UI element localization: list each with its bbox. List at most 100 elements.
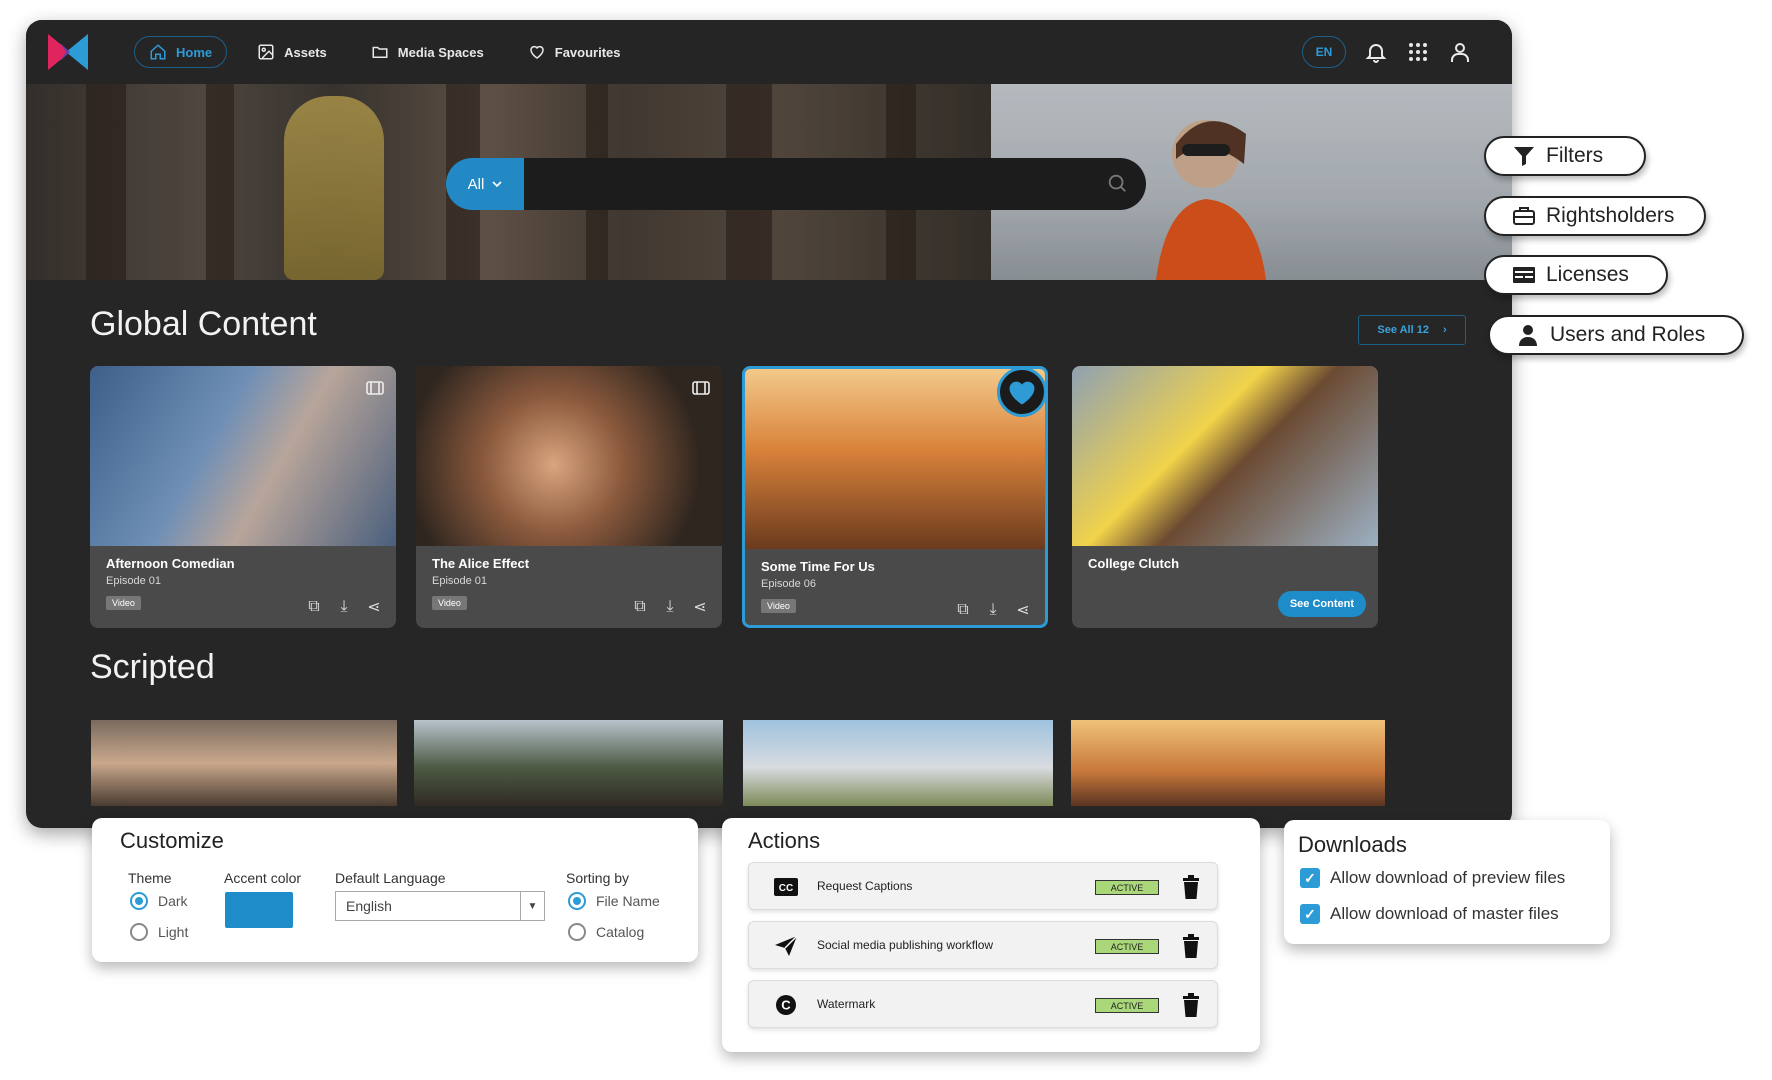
download-icon[interactable]: ⤓ xyxy=(983,600,1003,620)
card-episode: Episode 01 xyxy=(106,575,162,587)
licenses-pill[interactable]: Licenses xyxy=(1484,255,1668,295)
filter-icon xyxy=(1514,147,1534,166)
top-right-controls: EN xyxy=(1302,36,1472,68)
favourite-heart-icon[interactable] xyxy=(997,369,1045,417)
default-language-select[interactable]: English ▼ xyxy=(335,891,545,921)
section-title-global-content: Global Content xyxy=(90,305,317,343)
scripted-thumbnail[interactable] xyxy=(743,720,1053,806)
closed-captions-icon: CC xyxy=(773,875,799,899)
share-icon[interactable]: ⋖ xyxy=(1013,600,1033,620)
nav-assets[interactable]: Assets xyxy=(243,36,341,68)
nav-favourites[interactable]: Favourites xyxy=(514,36,635,68)
card-title: Some Time For Us xyxy=(761,559,875,574)
action-name: Social media publishing workflow xyxy=(817,938,994,952)
copyright-icon: C xyxy=(773,993,799,1017)
search-scope-dropdown[interactable]: All xyxy=(446,158,524,210)
content-card[interactable]: The Alice Effect Episode 01 Video ⧉ ⤓ ⋖ xyxy=(416,366,722,628)
download-icon[interactable]: ⤓ xyxy=(660,597,680,617)
brand-logo[interactable] xyxy=(48,34,88,70)
content-card-selected[interactable]: Some Time For Us Episode 06 Video ⧉ ⤓ ⋖ xyxy=(742,366,1048,628)
rightsholders-pill[interactable]: Rightsholders xyxy=(1484,196,1706,236)
default-language-value: English xyxy=(346,898,392,914)
search-input[interactable] xyxy=(536,168,1096,200)
share-icon[interactable]: ⋖ xyxy=(690,597,710,617)
customize-title: Customize xyxy=(120,828,224,853)
action-row-request-captions[interactable]: CC Request Captions ACTIVE xyxy=(748,862,1218,910)
see-all-button[interactable]: See All 12 › xyxy=(1358,315,1466,345)
language-selector[interactable]: EN xyxy=(1302,36,1346,68)
home-icon xyxy=(150,44,166,60)
briefcase-icon xyxy=(1513,207,1535,225)
share-icon[interactable]: ⋖ xyxy=(364,597,384,617)
license-card-icon xyxy=(1513,267,1535,283)
card-actions: ⧉ ⤓ ⋖ xyxy=(953,600,1033,620)
film-icon xyxy=(692,381,710,395)
hierarchy-icon[interactable]: ⧉ xyxy=(953,600,973,620)
nav-home-label: Home xyxy=(176,44,213,60)
content-card[interactable]: Afternoon Comedian Episode 01 Video ⧉ ⤓ … xyxy=(90,366,396,628)
theme-light-radio[interactable]: Light xyxy=(130,923,188,941)
search-icon[interactable] xyxy=(1106,172,1128,194)
card-type-badge: Video xyxy=(106,596,141,610)
sort-catalog-radio[interactable]: Catalog xyxy=(568,923,644,941)
filters-pill[interactable]: Filters xyxy=(1484,136,1646,176)
accent-color-swatch[interactable] xyxy=(225,892,293,928)
content-card[interactable]: College Clutch See Content xyxy=(1072,366,1378,628)
card-title: The Alice Effect xyxy=(432,556,530,571)
action-name: Watermark xyxy=(817,997,876,1011)
allow-preview-label: Allow download of preview files xyxy=(1330,868,1566,887)
theme-dark-radio[interactable]: Dark xyxy=(130,892,188,910)
nav-home[interactable]: Home xyxy=(134,36,228,68)
allow-preview-download-checkbox[interactable]: ✓ Allow download of preview files xyxy=(1300,868,1565,888)
status-badge: ACTIVE xyxy=(1095,939,1159,954)
scripted-thumbnail[interactable] xyxy=(414,720,723,806)
sort-file-name-radio[interactable]: File Name xyxy=(568,892,660,910)
sort-catalog-label: Catalog xyxy=(596,924,645,940)
card-thumbnail xyxy=(1072,366,1378,546)
app-grid-icon[interactable] xyxy=(1406,40,1430,64)
trash-icon[interactable] xyxy=(1181,875,1201,899)
see-content-button[interactable]: See Content xyxy=(1277,591,1366,617)
sorting-label: Sorting by xyxy=(566,870,630,886)
actions-panel: Actions CC Request Captions ACTIVE Socia… xyxy=(722,818,1260,1052)
allow-master-download-checkbox[interactable]: ✓ Allow download of master files xyxy=(1300,904,1559,924)
download-icon[interactable]: ⤓ xyxy=(334,597,354,617)
downloads-panel: Downloads ✓ Allow download of preview fi… xyxy=(1284,820,1610,944)
trash-icon[interactable] xyxy=(1181,934,1201,958)
radio-selected-icon xyxy=(130,892,148,910)
radio-empty-icon xyxy=(130,923,148,941)
hierarchy-icon[interactable]: ⧉ xyxy=(304,597,324,617)
accent-color-label: Accent color xyxy=(224,870,302,886)
users-roles-label: Users and Roles xyxy=(1550,323,1706,346)
filters-label: Filters xyxy=(1546,144,1604,167)
card-title: Afternoon Comedian xyxy=(106,556,235,571)
section-title-scripted: Scripted xyxy=(90,648,215,686)
theme-light-label: Light xyxy=(158,924,189,940)
radio-empty-icon xyxy=(568,923,586,941)
licenses-label: Licenses xyxy=(1546,263,1629,286)
search-scope-label: All xyxy=(467,175,485,193)
action-row-watermark[interactable]: C Watermark ACTIVE xyxy=(748,980,1218,1028)
see-all-label: See All 12 xyxy=(1377,324,1429,336)
top-navigation-bar: Home Assets Media Spaces Favourites EN xyxy=(26,20,1512,84)
scripted-thumbnail[interactable] xyxy=(1071,720,1385,806)
card-type-badge: Video xyxy=(432,596,467,610)
caret-down-icon: ▼ xyxy=(520,892,544,920)
users-roles-pill[interactable]: Users and Roles xyxy=(1488,315,1744,355)
card-episode: Episode 01 xyxy=(432,575,488,587)
card-actions: ⧉ ⤓ ⋖ xyxy=(304,597,384,617)
action-row-social-media[interactable]: Social media publishing workflow ACTIVE xyxy=(748,921,1218,969)
nav-media-spaces[interactable]: Media Spaces xyxy=(357,36,498,68)
hierarchy-icon[interactable]: ⧉ xyxy=(630,597,650,617)
checkmark-icon: ✓ xyxy=(1300,868,1320,888)
card-actions: ⧉ ⤓ ⋖ xyxy=(630,597,710,617)
bell-icon[interactable] xyxy=(1364,40,1388,64)
downloads-title: Downloads xyxy=(1298,832,1407,857)
scripted-thumbnail[interactable] xyxy=(91,720,397,806)
trash-icon[interactable] xyxy=(1181,993,1201,1017)
user-profile-icon[interactable] xyxy=(1448,40,1472,64)
card-thumbnail xyxy=(416,366,722,546)
main-nav: Home Assets Media Spaces Favourites xyxy=(134,36,635,68)
theme-label: Theme xyxy=(128,870,172,886)
card-type-badge: Video xyxy=(761,599,796,613)
